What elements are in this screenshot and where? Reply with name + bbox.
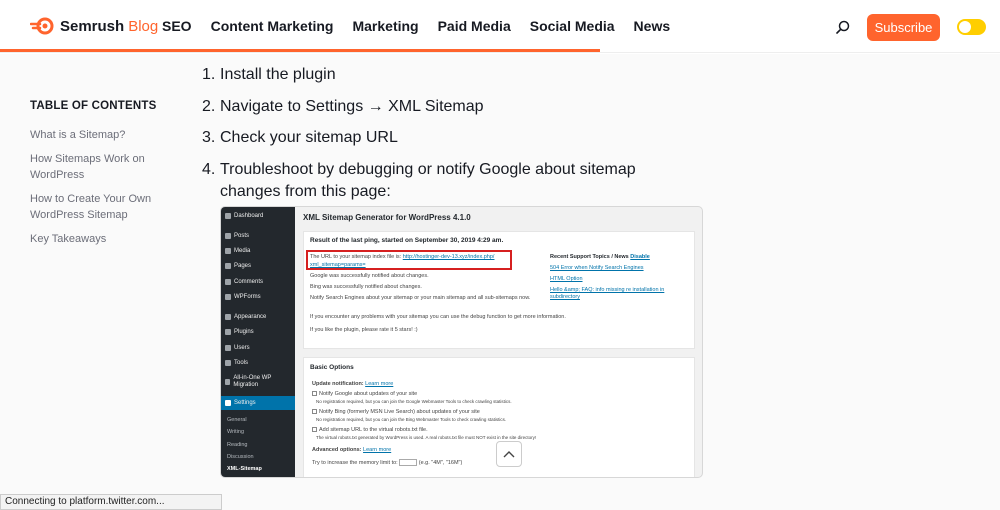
option-google: Notify Google about updates of your site [312, 391, 417, 397]
option-bing-sub: No registration required, but you can jo… [316, 417, 507, 422]
option-robots: Add sitemap URL to the virtual robots.tx… [312, 427, 428, 433]
update-notification: Update notification: Learn more [312, 381, 394, 387]
wp-main-content: XML Sitemap Generator for WordPress 4.1.… [295, 207, 702, 477]
posts-icon [225, 233, 231, 239]
plugins-icon [225, 329, 231, 335]
brand-name: Semrush [60, 17, 125, 35]
theme-toggle[interactable] [957, 19, 986, 35]
wp-menu-item: Plugins [225, 329, 254, 335]
wp-menu-item: Dashboard [225, 213, 263, 219]
wpforms-icon [225, 294, 231, 300]
dashboard-icon [225, 213, 231, 219]
wp-submenu-item: General [227, 417, 247, 423]
wp-submenu-item: Writing [227, 429, 245, 435]
option-bing: Notify Bing (formerly MSN Live Search) a… [312, 409, 480, 415]
support-link: HTML Option [550, 276, 583, 282]
list-item: 4. Troubleshoot by debugging or notify Go… [202, 159, 682, 203]
step-text: Troubleshoot by debugging or notify Goog… [220, 160, 636, 200]
memory-limit: Try to increase the memory limit to: (e.… [312, 459, 463, 466]
wp-submenu-item: Discussion [227, 454, 254, 460]
list-item: 3. Check your sitemap URL [202, 127, 682, 149]
subscribe-button[interactable]: Subscribe [867, 14, 940, 41]
step-number: 2. [202, 97, 216, 115]
bing-line: Bing was successfully notified about cha… [310, 284, 422, 290]
comments-icon [225, 279, 231, 285]
support-link: 504 Error when Notify Search Engines [550, 265, 644, 271]
problem-line: If you encounter any problems with your … [310, 314, 566, 320]
nav-item-marketing[interactable]: Marketing [352, 18, 418, 34]
checkbox-icon [312, 409, 317, 415]
option-google-sub: No registration required, but you can jo… [316, 399, 512, 404]
advanced-options: Advanced options: Learn more [312, 447, 392, 453]
media-icon [225, 248, 231, 254]
wp-menu-item: Media [225, 248, 250, 254]
wp-menu-item: Tools [225, 360, 248, 366]
highlight-box [306, 250, 512, 270]
wp-submenu-item: Reading [227, 442, 248, 448]
list-item: 1. Install the plugin [202, 64, 682, 86]
browser-status-bar: Connecting to platform.twitter.com... [0, 494, 222, 510]
wp-menu-item: WPForms [225, 294, 261, 300]
toggle-knob [959, 21, 971, 33]
toc-item[interactable]: Key Takeaways [30, 231, 180, 248]
search-icon[interactable] [836, 20, 850, 34]
wp-menu-item: Pages [225, 263, 251, 269]
table-of-contents: TABLE OF CONTENTS What is a Sitemap? How… [30, 100, 180, 254]
nav-item-seo[interactable]: SEO [162, 18, 192, 34]
support-title: Recent Support Topics / News Disable [550, 254, 650, 260]
pages-icon [225, 263, 231, 269]
brand-suffix: Blog [128, 17, 159, 35]
semrush-blog-logo[interactable]: Semrush Blog [30, 16, 158, 36]
basic-options-heading: Basic Options [310, 364, 354, 371]
nav-item-paid-media[interactable]: Paid Media [438, 18, 511, 34]
wp-menu-item: Users [225, 345, 250, 351]
wp-admin-sidebar: Dashboard Posts Media Pages Comments WPF… [221, 207, 295, 477]
step-number: 3. [202, 129, 216, 146]
step-text: Check your sitemap URL [220, 129, 398, 146]
step-number: 4. [202, 160, 216, 178]
semrush-fire-icon [30, 17, 54, 35]
wp-menu-item: Appearance [225, 314, 266, 320]
steps-list: 1. Install the plugin 2. Navigate to Setti… [202, 64, 682, 212]
toc-item[interactable]: How Sitemaps Work on WordPress [30, 151, 180, 184]
scroll-to-top-button[interactable] [496, 441, 522, 467]
option-robots-sub: The virtual robots.txt generated by Word… [316, 435, 537, 440]
users-icon [225, 345, 231, 351]
reading-progress-bar [0, 49, 600, 52]
nav-item-content-marketing[interactable]: Content Marketing [211, 18, 334, 34]
appearance-icon [225, 314, 231, 320]
main-nav: SEO Content Marketing Marketing Paid Med… [162, 18, 670, 34]
google-line: Google was successfully notified about c… [310, 273, 429, 279]
chevron-up-icon [503, 451, 515, 458]
nav-item-social-media[interactable]: Social Media [530, 18, 615, 34]
rate-line: If you like the plugin, please rate it 5… [310, 327, 418, 333]
wp-menu-item: All-in-One WP Migration [225, 375, 291, 389]
wp-submenu-item: XML-Sitemap [227, 466, 262, 472]
nav-item-news[interactable]: News [634, 18, 671, 34]
wp-menu-item: Posts [225, 233, 249, 239]
step-text: Install the plugin [220, 66, 336, 83]
settings-icon [225, 400, 231, 406]
toc-item[interactable]: What is a Sitemap? [30, 127, 180, 144]
wp-menu-item: Comments [225, 279, 263, 285]
support-link: Hello &amp; FAQ: info missing re install… [550, 287, 665, 300]
ping-result-panel: Result of the last ping, started on Sept… [303, 231, 695, 349]
checkbox-icon [312, 427, 317, 433]
checkbox-icon [312, 391, 317, 397]
wordpress-screenshot: Dashboard Posts Media Pages Comments WPF… [220, 206, 703, 478]
step-number: 1. [202, 66, 216, 83]
tools-icon [225, 360, 231, 366]
step-text: Navigate to Settings → XML Sitemap [220, 97, 484, 115]
migration-icon [225, 379, 231, 385]
ping-heading: Result of the last ping, started on Sept… [310, 237, 504, 244]
plugin-title: XML Sitemap Generator for WordPress 4.1.… [303, 213, 471, 222]
wp-menu-item: Settings [225, 400, 256, 406]
toc-item[interactable]: How to Create Your Own WordPress Sitemap [30, 191, 180, 224]
toc-title: TABLE OF CONTENTS [30, 100, 157, 112]
list-item: 2. Navigate to Settings → XML Sitemap [202, 96, 682, 118]
notify-line: Notify Search Engines about your sitemap… [310, 295, 531, 301]
top-navigation-bar: Semrush Blog SEO Content Marketing Marke… [0, 0, 1000, 53]
